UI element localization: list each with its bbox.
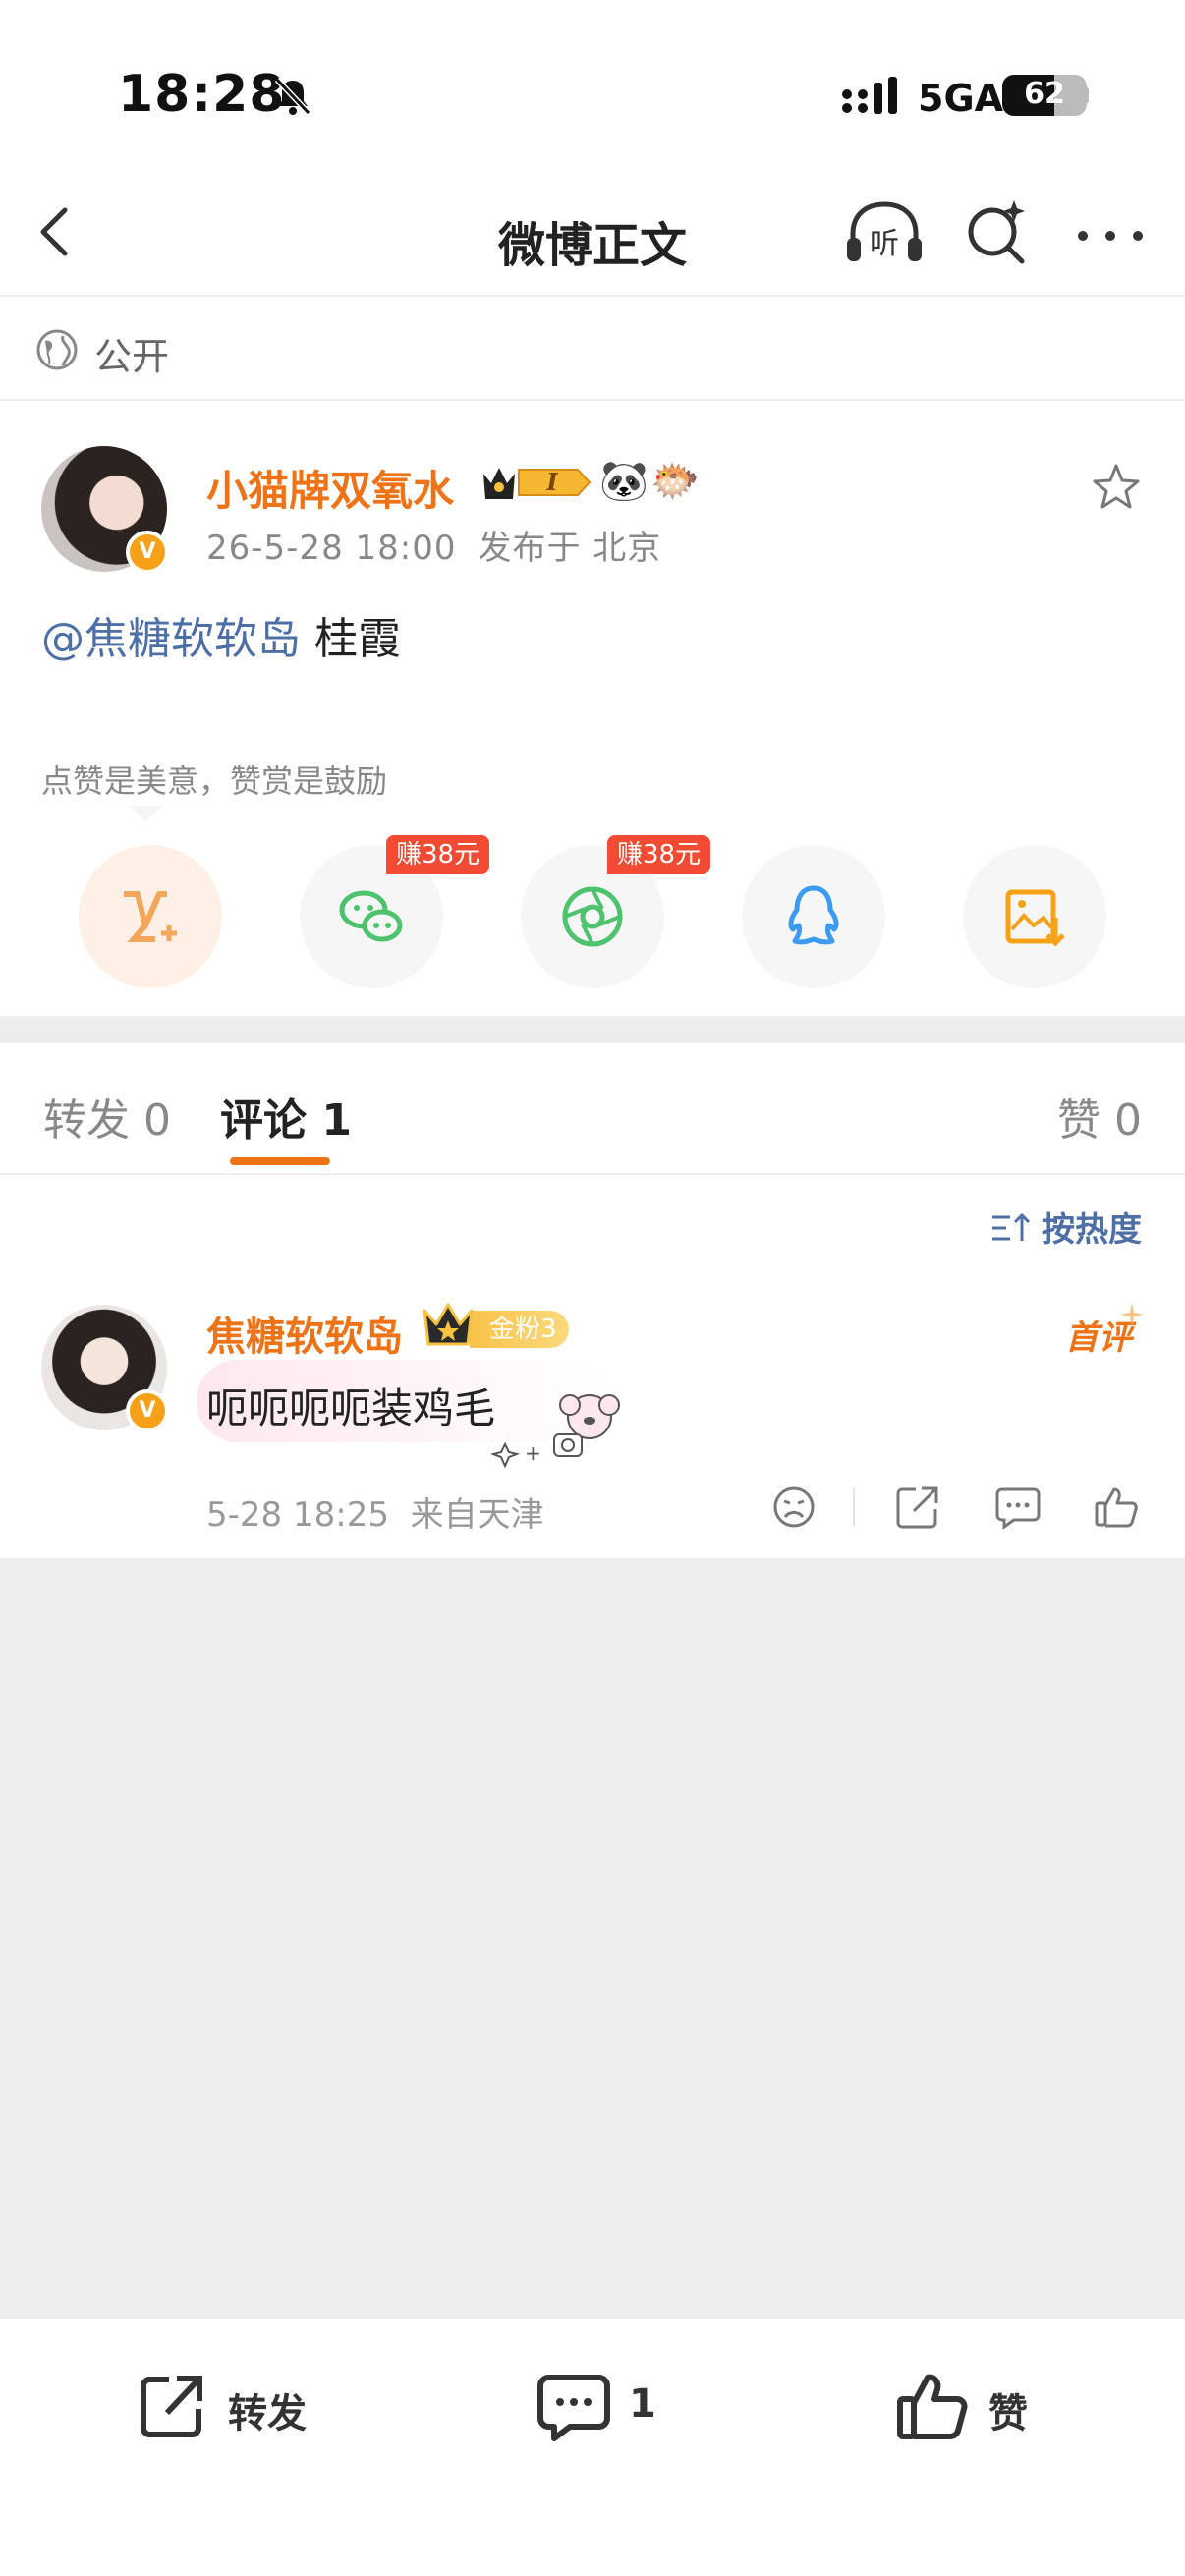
comment-meta: 5-28 18:25 来自天津 (206, 1487, 544, 1536)
tab-like[interactable]: 赞 0 (1057, 1085, 1142, 1148)
globe-icon (36, 329, 78, 370)
member-level: I (545, 468, 558, 496)
thumbs-up-icon (897, 2374, 968, 2439)
share-icon[interactable] (892, 1482, 943, 1533)
dislike-icon[interactable] (768, 1482, 819, 1533)
comment-bubble-icon (537, 2375, 610, 2441)
share-moments[interactable]: 赚38元 (521, 835, 711, 988)
earn-tag: 赚38元 (386, 835, 490, 874)
repost-icon (141, 2376, 202, 2437)
like-icon[interactable] (1091, 1482, 1142, 1533)
more-icon[interactable] (1071, 196, 1150, 267)
battery-icon: 62 (1002, 75, 1087, 116)
comment-text: 呃呃呃呃装鸡毛 (206, 1384, 496, 1432)
post-content: @焦糖软软岛 桂霞 (41, 603, 401, 666)
status-bar: 18:28 5GA 62 (0, 0, 1185, 167)
sort-icon (992, 1212, 1030, 1241)
post-meta: 26-5-28 18:00 发布于 北京 (206, 521, 661, 569)
member-level-badge: I (483, 468, 592, 499)
commenter-name[interactable]: 焦糖软软岛 (206, 1305, 403, 1362)
share-qq[interactable] (742, 845, 885, 988)
moments-icon (562, 886, 623, 947)
sort-button[interactable]: 按热度 (990, 1203, 1142, 1251)
sparkle-icon (1120, 1303, 1144, 1326)
repost-label: 转发 (228, 2391, 307, 2436)
post-time: 26-5-28 18:00 (206, 529, 457, 568)
comment-time: 5-28 18:25 (206, 1495, 389, 1535)
panda-emoji-badge: 🐼 (599, 459, 649, 504)
sort-label: 按热度 (1042, 1210, 1142, 1250)
verified-badge: V (126, 531, 169, 574)
visibility-row: 公开 (0, 297, 1185, 401)
network-label: 5GA (918, 77, 1004, 120)
tip-arrow (128, 806, 163, 821)
listen-label: 听 (870, 227, 899, 261)
koala-sticker-icon: + (491, 1394, 620, 1469)
post-text: 桂霞 (301, 614, 401, 664)
earn-tag: 赚38元 (607, 835, 711, 874)
share-save-image[interactable] (963, 845, 1106, 988)
save-image-icon (1005, 889, 1065, 947)
post-card: V 小猫牌双氧水 I 🐼 🐡 26-5-28 18:00 发布于 北京 @焦糖软软… (0, 401, 1185, 1016)
fan-badge: 金粉3 (470, 1311, 569, 1348)
active-tab-indicator (230, 1157, 330, 1165)
search-sparkle-icon[interactable] (961, 196, 1032, 267)
comment-list: 按热度 V 焦糖软软岛 金粉3 首评 呃呃呃呃装鸡毛 + 5-28 18:25 … (0, 1175, 1185, 1558)
commenter-verified-badge: V (126, 1389, 169, 1432)
mention-link[interactable]: @焦糖软软岛 (41, 614, 301, 664)
reward-hint: 点赞是美意，赞赏是鼓励 (41, 762, 388, 800)
wechat-icon (339, 890, 403, 942)
tab-comment[interactable]: 评论 1 (220, 1085, 352, 1148)
comment-icon[interactable] (992, 1482, 1044, 1533)
repost-button[interactable]: 转发 (134, 2368, 350, 2446)
like-label: 赞 (988, 2391, 1028, 2436)
nav-bar: 微博正文 听 (0, 167, 1185, 297)
battery-tip (1081, 86, 1089, 104)
like-button[interactable]: 赞 (894, 2368, 1071, 2446)
share-wechat[interactable]: 赚38元 (300, 835, 490, 988)
tab-repost[interactable]: 转发 0 (43, 1085, 171, 1148)
headphones-listen-icon[interactable]: 听 (843, 198, 926, 269)
visibility-label: 公开 (94, 335, 170, 378)
crown-icon (423, 1303, 474, 1346)
comment-source: 来自天津 (410, 1495, 544, 1535)
battery-percent: 62 (1024, 77, 1065, 111)
action-divider (853, 1487, 855, 1527)
post-location: 发布于 北京 (478, 529, 662, 568)
fish-emoji-badge: 🐡 (650, 459, 700, 504)
author-name[interactable]: 小猫牌双氧水 (206, 458, 454, 518)
bell-muted-icon (274, 77, 311, 116)
status-time: 18:28 (118, 65, 286, 124)
comment-button[interactable]: 1 (535, 2368, 692, 2446)
vip-reward-icon (124, 891, 177, 942)
svg-text:+: + (525, 1441, 541, 1465)
bottom-action-bar: 转发 1 赞 (0, 2317, 1185, 2576)
share-vip-reward[interactable] (79, 845, 222, 988)
qq-icon (788, 885, 839, 945)
signal-icon (842, 77, 897, 114)
share-options: 赚38元 赚38元 (0, 835, 1185, 994)
tab-bar: 转发 0 评论 1 赞 0 (0, 1043, 1185, 1175)
comment-count: 1 (629, 2381, 656, 2427)
favorite-star-icon[interactable] (1089, 460, 1144, 515)
